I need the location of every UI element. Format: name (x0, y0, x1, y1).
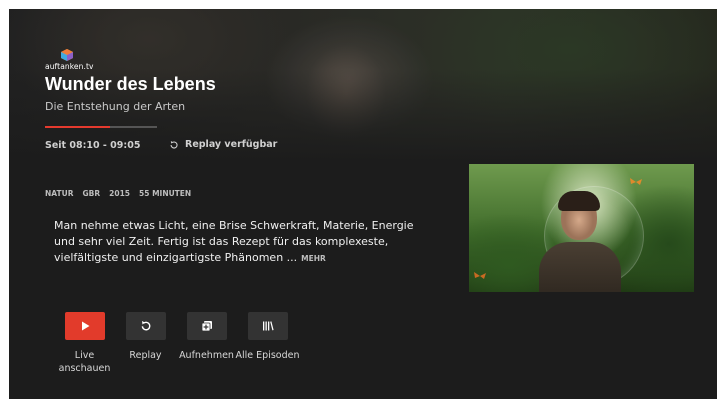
record-button[interactable] (186, 312, 227, 340)
library-icon (262, 321, 274, 331)
thumbnail-presenter-body (539, 242, 621, 292)
record-add-icon (201, 321, 212, 332)
watch-live-action[interactable]: Live anschauen (54, 312, 115, 375)
replay-icon (141, 321, 150, 331)
record-label: Aufnehmen (179, 350, 234, 361)
program-title: Wunder des Lebens (45, 74, 216, 94)
play-icon (81, 321, 89, 331)
action-bar: Live anschauen Replay Aufnehmen Alle Epi… (54, 312, 300, 375)
program-subtitle: Die Entstehung der Arten (45, 100, 186, 113)
watch-live-button[interactable] (64, 312, 105, 340)
replay-button[interactable] (125, 312, 166, 340)
butterfly-icon (474, 272, 486, 279)
replay-availability: Replay verfügbar (169, 139, 277, 150)
replay-availability-label: Replay verfügbar (185, 139, 278, 150)
replay-label: Replay (129, 350, 162, 361)
all-episodes-button[interactable] (247, 312, 288, 340)
meta-duration: 55 MINUTEN (139, 189, 192, 198)
butterfly-icon (630, 178, 642, 185)
meta-genre: NATUR (45, 189, 74, 198)
record-action[interactable]: Aufnehmen (176, 312, 237, 375)
channel-logo: auftanken.tv (45, 49, 125, 73)
program-thumbnail (469, 164, 694, 292)
thumbnail-presenter-hair (558, 191, 600, 211)
all-episodes-label: Alle Episoden (235, 350, 300, 361)
meta-year: 2015 (109, 189, 131, 198)
program-progress-fill (45, 126, 110, 128)
more-link[interactable]: MEHR (301, 254, 326, 263)
program-description-text: Man nehme etwas Licht, eine Brise Schwer… (54, 219, 414, 264)
meta-country: GBR (82, 189, 101, 198)
replay-action[interactable]: Replay (115, 312, 176, 375)
program-progress-bar (45, 126, 157, 128)
channel-logo-icon (61, 49, 73, 61)
broadcast-time: Seit 08:10 - 09:05 (45, 140, 141, 151)
program-metadata: NATUR GBR 2015 55 MINUTEN (45, 189, 191, 198)
channel-logo-text: auftanken.tv (45, 62, 94, 71)
tv-detail-screen: auftanken.tv Wunder des Lebens Die Entst… (9, 9, 717, 399)
replay-icon (170, 140, 178, 148)
watch-live-label: Live anschauen (58, 350, 111, 374)
all-episodes-action[interactable]: Alle Episoden (235, 312, 300, 375)
program-description: Man nehme etwas Licht, eine Brise Schwer… (54, 218, 424, 267)
